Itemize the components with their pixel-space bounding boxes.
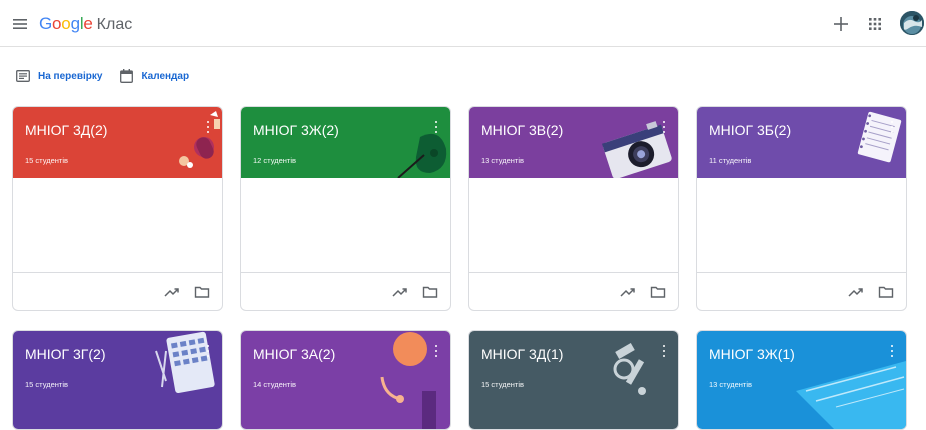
class-card-body bbox=[469, 178, 678, 272]
plus-icon[interactable] bbox=[829, 12, 853, 36]
class-card-footer bbox=[13, 272, 222, 310]
more-options-icon[interactable] bbox=[888, 120, 896, 134]
student-count: 11 студентів bbox=[709, 156, 752, 165]
class-title[interactable]: МНІОГ 3Ж(2) bbox=[253, 121, 339, 139]
class-card-banner[interactable]: МНІОГ 3А(2) 14 студентів bbox=[241, 331, 450, 429]
more-options-icon[interactable] bbox=[204, 344, 212, 358]
calendar-link[interactable]: Календар bbox=[120, 69, 189, 83]
class-card-banner[interactable]: МНІОГ 3Д(2) 15 студентів bbox=[13, 107, 222, 178]
class-title[interactable]: МНІОГ 3Г(2) bbox=[25, 345, 106, 363]
class-card[interactable]: МНІОГ 3Д(2) 15 студентів bbox=[12, 106, 223, 311]
class-card-banner[interactable]: МНІОГ 3В(2) 13 студентів bbox=[469, 107, 678, 178]
class-card[interactable]: МНІОГ 3А(2) 14 студентів bbox=[240, 330, 451, 430]
class-title[interactable]: МНІОГ 3Ж(1) bbox=[709, 345, 795, 363]
to-review-label: На перевірку bbox=[38, 70, 103, 82]
class-card-banner[interactable]: МНІОГ 3Ж(2) 12 студентів bbox=[241, 107, 450, 178]
student-count: 14 студентів bbox=[253, 380, 296, 389]
class-title[interactable]: МНІОГ 3А(2) bbox=[253, 345, 335, 363]
class-title[interactable]: МНІОГ 3Б(2) bbox=[709, 121, 791, 139]
class-card-banner[interactable]: МНІОГ 3Ж(1) 13 студентів bbox=[697, 331, 906, 429]
student-count: 15 студентів bbox=[481, 380, 524, 389]
more-options-icon[interactable] bbox=[660, 344, 668, 358]
top-app-bar: Google Клас bbox=[0, 0, 926, 47]
student-count: 15 студентів bbox=[25, 156, 68, 165]
class-card[interactable]: МНІОГ 3Г(2) 15 студентів bbox=[12, 330, 223, 430]
more-options-icon[interactable] bbox=[432, 120, 440, 134]
more-options-icon[interactable] bbox=[204, 120, 212, 134]
class-card[interactable]: МНІОГ 3Ж(1) 13 студентів bbox=[696, 330, 907, 430]
class-card[interactable]: МНІОГ 3Б(2) 11 студентів bbox=[696, 106, 907, 311]
product-name: Клас bbox=[96, 16, 133, 33]
class-title[interactable]: МНІОГ 3В(2) bbox=[481, 121, 563, 139]
avatar[interactable] bbox=[900, 11, 924, 35]
class-illustration bbox=[162, 107, 222, 178]
folder-icon[interactable] bbox=[650, 285, 666, 299]
class-illustration bbox=[390, 107, 450, 178]
trending-icon[interactable] bbox=[392, 285, 408, 299]
calendar-icon bbox=[120, 69, 134, 83]
more-options-icon[interactable] bbox=[660, 120, 668, 134]
review-list-icon bbox=[16, 70, 30, 82]
calendar-label: Календар bbox=[141, 70, 190, 82]
more-options-icon[interactable] bbox=[432, 344, 440, 358]
student-count: 13 студентів bbox=[481, 156, 524, 165]
class-title[interactable]: МНІОГ 3Д(1) bbox=[481, 345, 563, 363]
to-review-link[interactable]: На перевірку bbox=[16, 70, 102, 82]
student-count: 13 студентів bbox=[709, 380, 752, 389]
trending-icon[interactable] bbox=[848, 285, 864, 299]
class-illustration bbox=[854, 109, 904, 178]
folder-icon[interactable] bbox=[194, 285, 210, 299]
class-card[interactable]: МНІОГ 3Д(1) 15 студентів bbox=[468, 330, 679, 430]
class-card-body bbox=[697, 178, 906, 272]
google-wordmark: Google bbox=[39, 14, 93, 33]
folder-icon[interactable] bbox=[878, 285, 894, 299]
class-card-banner[interactable]: МНІОГ 3Д(1) 15 студентів bbox=[469, 331, 678, 429]
class-card-body bbox=[241, 178, 450, 272]
apps-grid-icon[interactable] bbox=[863, 12, 887, 36]
class-title[interactable]: МНІОГ 3Д(2) bbox=[25, 121, 107, 139]
student-count: 15 студентів bbox=[25, 380, 68, 389]
trending-icon[interactable] bbox=[620, 285, 636, 299]
class-card-banner[interactable]: МНІОГ 3Г(2) 15 студентів bbox=[13, 331, 222, 429]
more-options-icon[interactable] bbox=[888, 344, 896, 358]
class-card-body bbox=[13, 178, 222, 272]
class-card-footer bbox=[697, 272, 906, 310]
student-count: 12 студентів bbox=[253, 156, 296, 165]
menu-icon[interactable] bbox=[9, 13, 31, 35]
class-card-footer bbox=[241, 272, 450, 310]
class-card[interactable]: МНІОГ 3Ж(2) 12 студентів bbox=[240, 106, 451, 311]
class-card-banner[interactable]: МНІОГ 3Б(2) 11 студентів bbox=[697, 107, 906, 178]
secondary-nav: На перевірку Календар bbox=[16, 66, 207, 86]
app-logo[interactable]: Google Клас bbox=[39, 13, 132, 35]
class-card-footer bbox=[469, 272, 678, 310]
trending-icon[interactable] bbox=[164, 285, 180, 299]
folder-icon[interactable] bbox=[422, 285, 438, 299]
class-card[interactable]: МНІОГ 3В(2) 13 студентів bbox=[468, 106, 679, 311]
